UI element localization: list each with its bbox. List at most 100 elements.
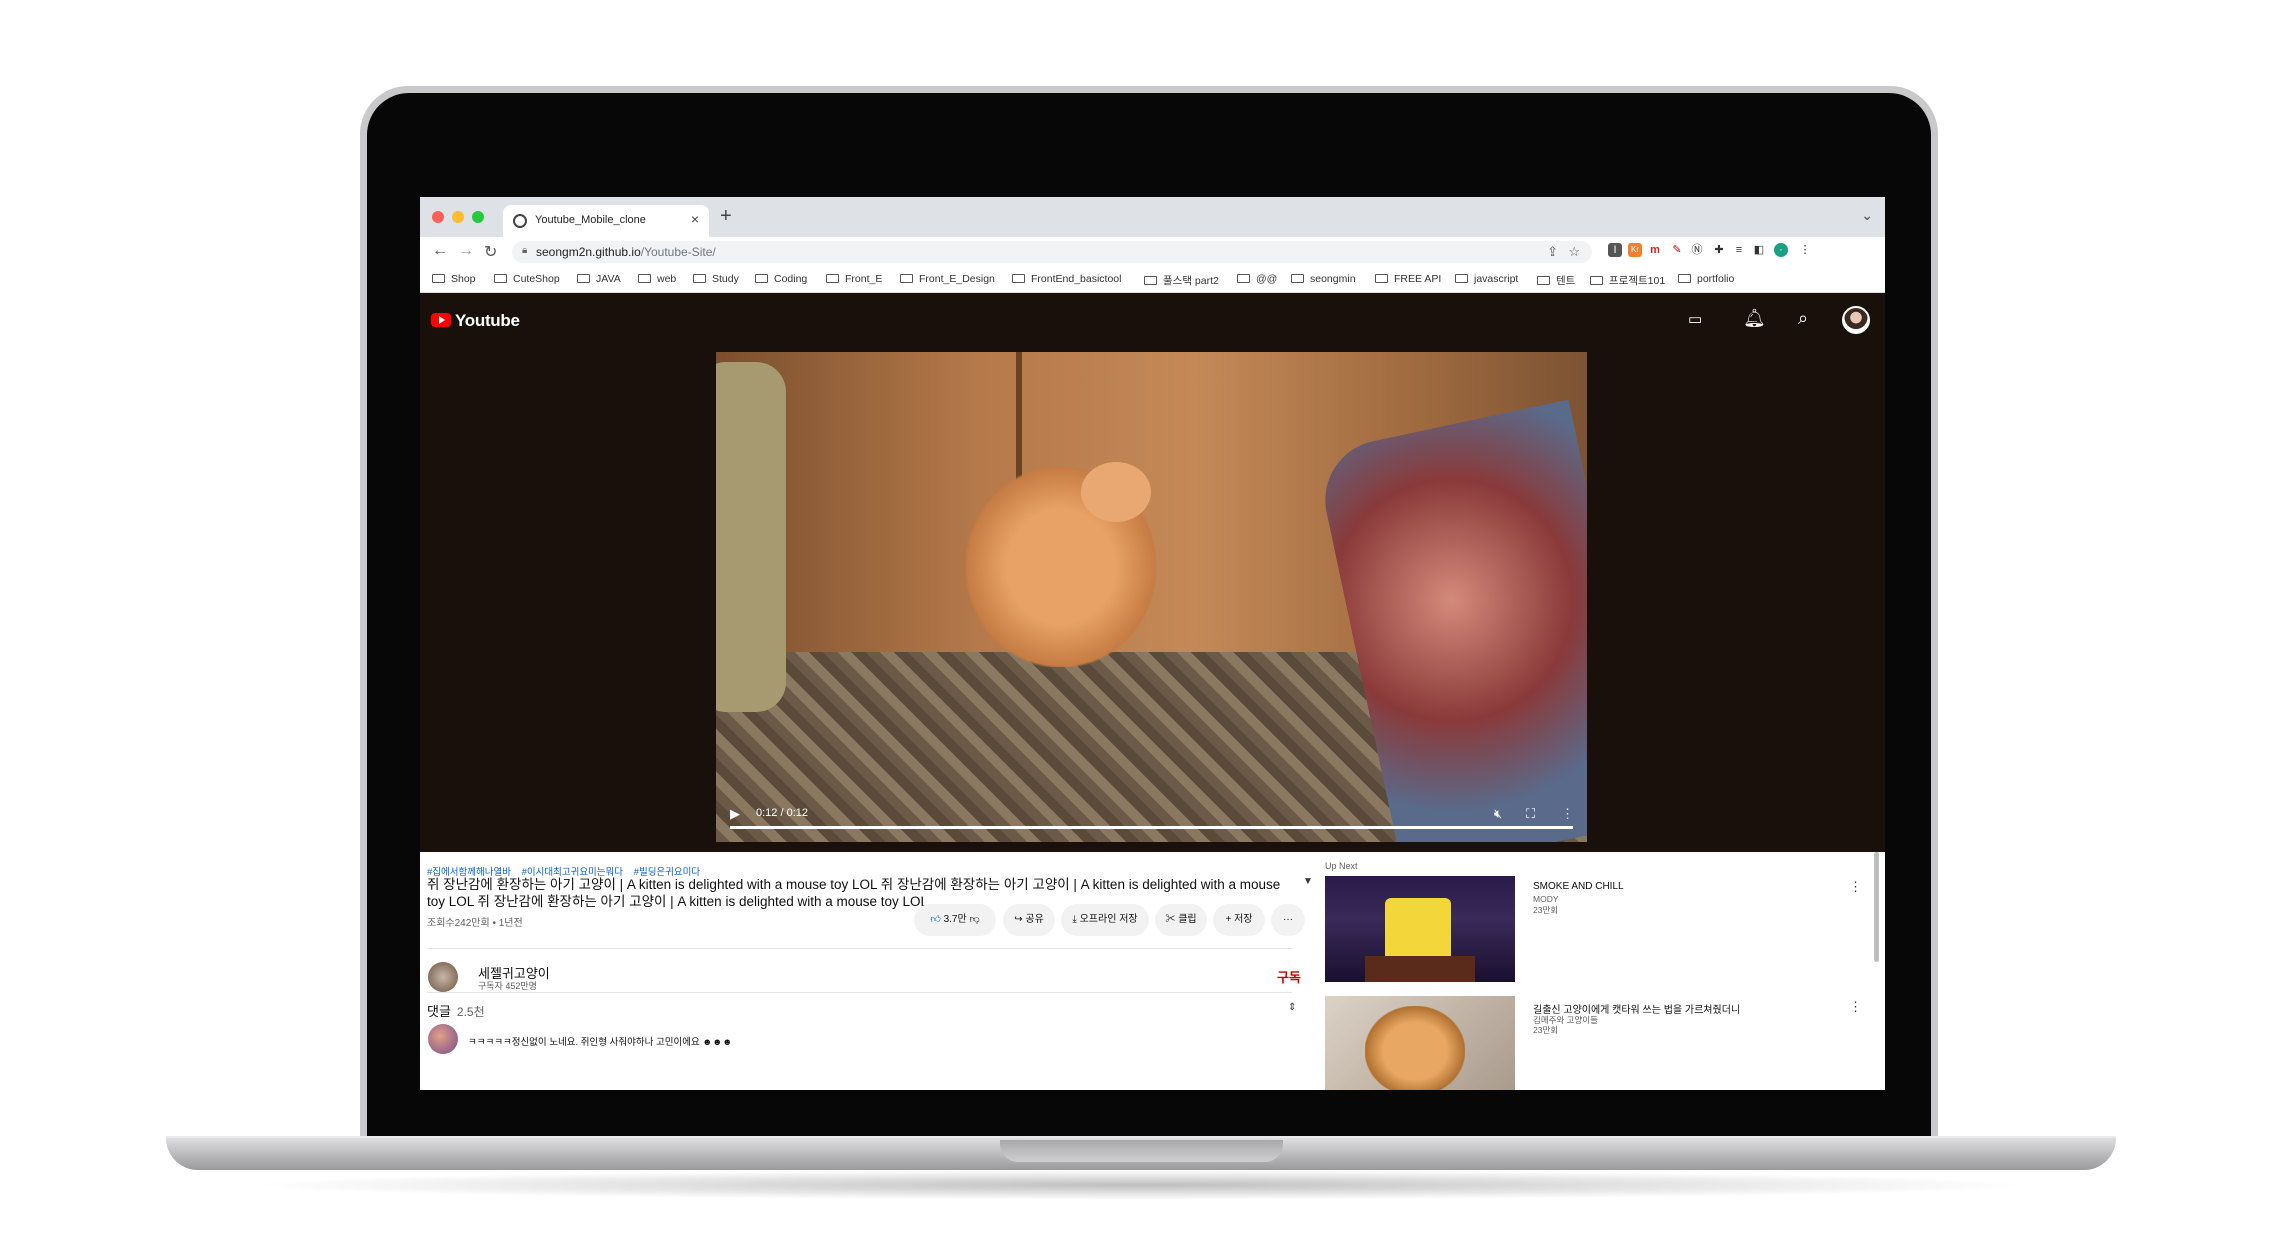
folder-icon xyxy=(1375,274,1388,283)
search-icon[interactable]: ⌕ xyxy=(1798,308,1808,329)
download-button[interactable]: ⤓ 오프라인 저장 xyxy=(1061,904,1149,936)
save-button[interactable]: + 저장 xyxy=(1213,904,1265,936)
bookmark-folder[interactable]: CuteShop xyxy=(494,273,560,285)
clip-button[interactable]: ✂ 클립 xyxy=(1155,904,1207,936)
video-thumbnail[interactable] xyxy=(1325,996,1515,1090)
extension-icon[interactable]: I xyxy=(1608,243,1622,257)
chevron-down-icon[interactable]: ⌄ xyxy=(1861,207,1873,224)
video-thumbnail[interactable] xyxy=(1325,876,1515,982)
bookmark-label: Shop xyxy=(451,273,476,285)
bookmark-folder[interactable]: 텐트 xyxy=(1537,273,1575,288)
forward-icon[interactable]: → xyxy=(458,242,474,260)
bookmark-folder[interactable]: JAVA xyxy=(577,273,621,285)
more-options-icon[interactable]: ⋮ xyxy=(1561,806,1574,822)
folder-icon xyxy=(1590,276,1603,285)
bookmark-star-icon[interactable]: ☆ xyxy=(1568,244,1580,260)
divider xyxy=(427,992,1292,993)
puzzle-icon[interactable]: ✚ xyxy=(1712,243,1726,257)
mute-icon[interactable]: 🔇︎ xyxy=(1494,806,1502,822)
extension-icon[interactable]: m xyxy=(1648,243,1662,257)
bookmark-folder[interactable]: Shop xyxy=(432,273,476,285)
bookmark-label: Coding xyxy=(774,273,808,285)
address-bar[interactable]: 🔒︎ seongm2n.github.io/Youtube-Site/ ⇪ ☆ xyxy=(512,241,1592,263)
player-controls: ▶ 0:12 / 0:12 🔇︎ ⛶ ⋮ xyxy=(726,802,1577,832)
bookmark-folder[interactable]: web xyxy=(638,273,676,285)
cast-icon[interactable]: ▭ xyxy=(1688,310,1702,328)
comments-count: 2.5천 xyxy=(456,1005,485,1019)
progress-bar[interactable] xyxy=(730,826,1573,829)
avatar[interactable] xyxy=(1842,306,1870,334)
extension-icon[interactable]: Ⓝ xyxy=(1690,243,1704,257)
bookmark-folder[interactable]: Front_E_Design xyxy=(900,273,995,285)
up-next-card[interactable]: SMOKE AND CHILL MODY 23만회 ⋮ xyxy=(1325,876,1880,986)
up-next-views: 23만회 xyxy=(1533,1025,1559,1035)
bookmark-folder[interactable]: FrontEnd_basictool xyxy=(1012,273,1121,285)
more-actions-button[interactable]: ··· xyxy=(1271,904,1305,936)
lock-icon: 🔒︎ xyxy=(522,245,528,256)
close-window-button[interactable] xyxy=(432,211,444,223)
bookmark-folder[interactable]: 프로젝트101 xyxy=(1590,273,1665,288)
extension-icon[interactable]: ✎ xyxy=(1670,243,1684,257)
bookmark-folder[interactable]: Study xyxy=(693,273,739,285)
bookmark-label: web xyxy=(657,273,677,285)
bookmark-folder[interactable]: 풀스택 part2 xyxy=(1144,273,1219,288)
bookmark-folder[interactable]: @@ xyxy=(1237,273,1277,285)
more-actions-label: ··· xyxy=(1283,914,1293,925)
channel-avatar[interactable] xyxy=(428,962,458,992)
fullscreen-icon[interactable]: ⛶ xyxy=(1526,806,1535,822)
extension-icon[interactable]: Kr xyxy=(1628,243,1642,257)
more-options-icon[interactable]: ⋮ xyxy=(1849,879,1862,895)
url-text: seongm2n.github.io/Youtube-Site/ xyxy=(536,245,716,259)
more-options-icon[interactable]: ⋮ xyxy=(1849,999,1862,1015)
bookmark-label: FrontEnd_basictool xyxy=(1031,273,1122,285)
bookmark-label: JAVA xyxy=(596,273,621,285)
folder-icon xyxy=(755,274,768,283)
folder-icon xyxy=(1678,274,1691,283)
close-tab-icon[interactable]: × xyxy=(691,211,699,227)
video-player[interactable]: ▶ 0:12 / 0:12 🔇︎ ⛶ ⋮ xyxy=(716,352,1587,842)
bookmark-folder[interactable]: portfolio xyxy=(1678,273,1734,285)
reading-list-icon[interactable]: ≡ xyxy=(1732,243,1746,257)
folder-icon xyxy=(1012,274,1025,283)
reload-icon[interactable]: ↻ xyxy=(484,242,497,262)
play-icon[interactable]: ▶ xyxy=(730,806,740,822)
new-tab-icon[interactable]: + xyxy=(720,205,732,228)
up-next-card[interactable]: 길출신 고양이에게 캣타워 쓰는 법을 가르쳐줬더니 김메주와 고양이들 23만… xyxy=(1325,996,1880,1090)
folder-icon xyxy=(1237,274,1250,283)
maximize-window-button[interactable] xyxy=(472,211,484,223)
share-icon: ↪ xyxy=(1014,914,1023,925)
side-panel-icon[interactable]: ◧ xyxy=(1752,243,1766,257)
player-time: 0:12 / 0:12 xyxy=(756,807,808,819)
up-next-title[interactable]: SMOKE AND CHILL xyxy=(1533,881,1853,892)
comments-header[interactable]: 댓글 2.5천 xyxy=(427,1001,485,1020)
menu-icon[interactable]: ⋮ xyxy=(1798,243,1812,257)
like-button[interactable]: 👍︎ 3.7만 👎︎ xyxy=(914,904,996,936)
url-host: seongm2n.github.io xyxy=(536,245,641,259)
browser-tab[interactable]: Youtube_Mobile_clone × xyxy=(503,205,709,237)
up-next-label: Up Next xyxy=(1325,861,1358,871)
back-icon[interactable]: ← xyxy=(432,242,448,260)
profile-icon[interactable]: · xyxy=(1774,243,1788,257)
bookmark-folder[interactable]: Front_E xyxy=(826,273,882,285)
folder-icon xyxy=(638,274,651,283)
bookmark-folder[interactable]: seongmin xyxy=(1291,273,1356,285)
share-button[interactable]: ↪ 공유 xyxy=(1003,904,1055,936)
subscribe-button[interactable]: 구독 xyxy=(1277,967,1301,986)
folder-icon xyxy=(826,274,839,283)
bookmark-folder[interactable]: FREE API xyxy=(1375,273,1441,285)
youtube-page: Youtube ▭ 🔔︎ ⌕ ▶ 0:12 / 0:12 🔇︎ ⛶ ⋮ #집에서… xyxy=(420,294,1885,1090)
caret-down-icon[interactable]: ▼ xyxy=(1303,876,1313,887)
bookmark-folder[interactable]: Coding xyxy=(755,273,807,285)
download-label: 오프라인 저장 xyxy=(1079,914,1138,925)
folder-icon xyxy=(494,274,507,283)
bell-icon[interactable]: 🔔︎ xyxy=(1743,308,1766,329)
share-page-icon[interactable]: ⇪ xyxy=(1547,244,1558,260)
video-title: 쥐 장난감에 환장하는 아기 고양이 | A kitten is delight… xyxy=(427,877,1281,909)
scrollbar[interactable] xyxy=(1874,852,1879,962)
screen: Youtube_Mobile_clone × + ⌄ ← → ↻ 🔒︎ seon… xyxy=(420,197,1885,1090)
thumb-up-icon: 👍︎ xyxy=(930,914,941,925)
save-label: 저장 xyxy=(1234,914,1253,925)
expand-icon[interactable]: ⇕ xyxy=(1288,1002,1296,1013)
minimize-window-button[interactable] xyxy=(452,211,464,223)
bookmark-folder[interactable]: javascript xyxy=(1455,273,1518,285)
